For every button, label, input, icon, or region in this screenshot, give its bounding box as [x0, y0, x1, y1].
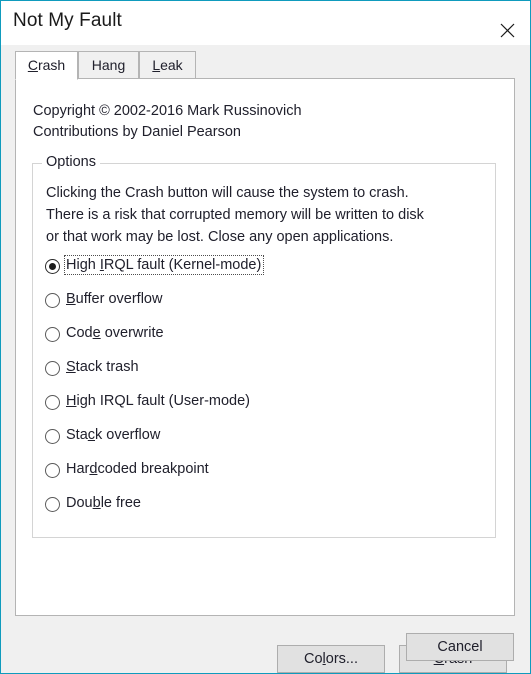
copyright-line-2: Contributions by Daniel Pearson	[33, 124, 241, 140]
radio-option-1[interactable]: Buffer overflow	[45, 288, 485, 322]
radio-option-2[interactable]: Code overwrite	[45, 322, 485, 356]
radio-unselected-icon	[45, 497, 60, 512]
close-icon[interactable]	[484, 1, 530, 45]
radio-option-0[interactable]: High IRQL fault (Kernel-mode)	[45, 254, 485, 288]
radio-option-label: Stack overflow	[66, 427, 161, 443]
radio-option-label: High IRQL fault (Kernel-mode)	[63, 255, 265, 275]
copyright-text: Copyright © 2002-2016 Mark Russinovich C…	[33, 101, 302, 143]
radio-option-3[interactable]: Stack trash	[45, 356, 485, 390]
title-bar: Not My Fault	[1, 1, 530, 45]
radio-unselected-icon	[45, 293, 60, 308]
radio-selected-icon	[45, 259, 60, 274]
crash-option-radio-group: High IRQL fault (Kernel-mode) Buffer over…	[45, 254, 485, 526]
radio-option-label: Double free	[66, 495, 141, 511]
options-description: Clicking the Crash button will cause the…	[46, 182, 424, 248]
tab-leak[interactable]: Leak	[139, 51, 196, 79]
radio-option-6[interactable]: Hardcoded breakpoint	[45, 458, 485, 492]
tab-page-crash: Copyright © 2002-2016 Mark Russinovich C…	[15, 78, 515, 673]
radio-option-label: Stack trash	[66, 359, 139, 375]
radio-unselected-icon	[45, 463, 60, 478]
radio-option-label: Code overwrite	[66, 325, 164, 341]
not-my-fault-dialog: Not My Fault Crash Hang Leak Copyright ©…	[0, 0, 531, 674]
tab-crash[interactable]: Crash	[15, 51, 78, 80]
colors-button[interactable]: Colors...	[277, 645, 385, 673]
radio-option-4[interactable]: High IRQL fault (User-mode)	[45, 390, 485, 424]
tab-hang[interactable]: Hang	[78, 51, 139, 79]
description-line-1: Clicking the Crash button will cause the…	[46, 185, 409, 201]
radio-option-label: Hardcoded breakpoint	[66, 461, 209, 477]
radio-unselected-icon	[45, 327, 60, 342]
radio-unselected-icon	[45, 395, 60, 410]
window-title: Not My Fault	[13, 10, 122, 31]
options-group: Options Clicking the Crash button will c…	[32, 154, 496, 538]
radio-unselected-icon	[45, 361, 60, 376]
radio-option-label: High IRQL fault (User-mode)	[66, 393, 251, 409]
cancel-button[interactable]: Cancel	[406, 633, 514, 661]
description-line-2: There is a risk that corrupted memory wi…	[46, 207, 424, 223]
radio-unselected-icon	[45, 429, 60, 444]
description-line-3: or that work may be lost. Close any open…	[46, 229, 394, 245]
radio-option-5[interactable]: Stack overflow	[45, 424, 485, 458]
tab-strip: Crash Hang Leak	[15, 51, 515, 80]
radio-option-7[interactable]: Double free	[45, 492, 485, 526]
radio-option-label: Buffer overflow	[66, 291, 163, 307]
options-group-legend: Options	[42, 154, 100, 170]
copyright-line-1: Copyright © 2002-2016 Mark Russinovich	[33, 103, 302, 119]
